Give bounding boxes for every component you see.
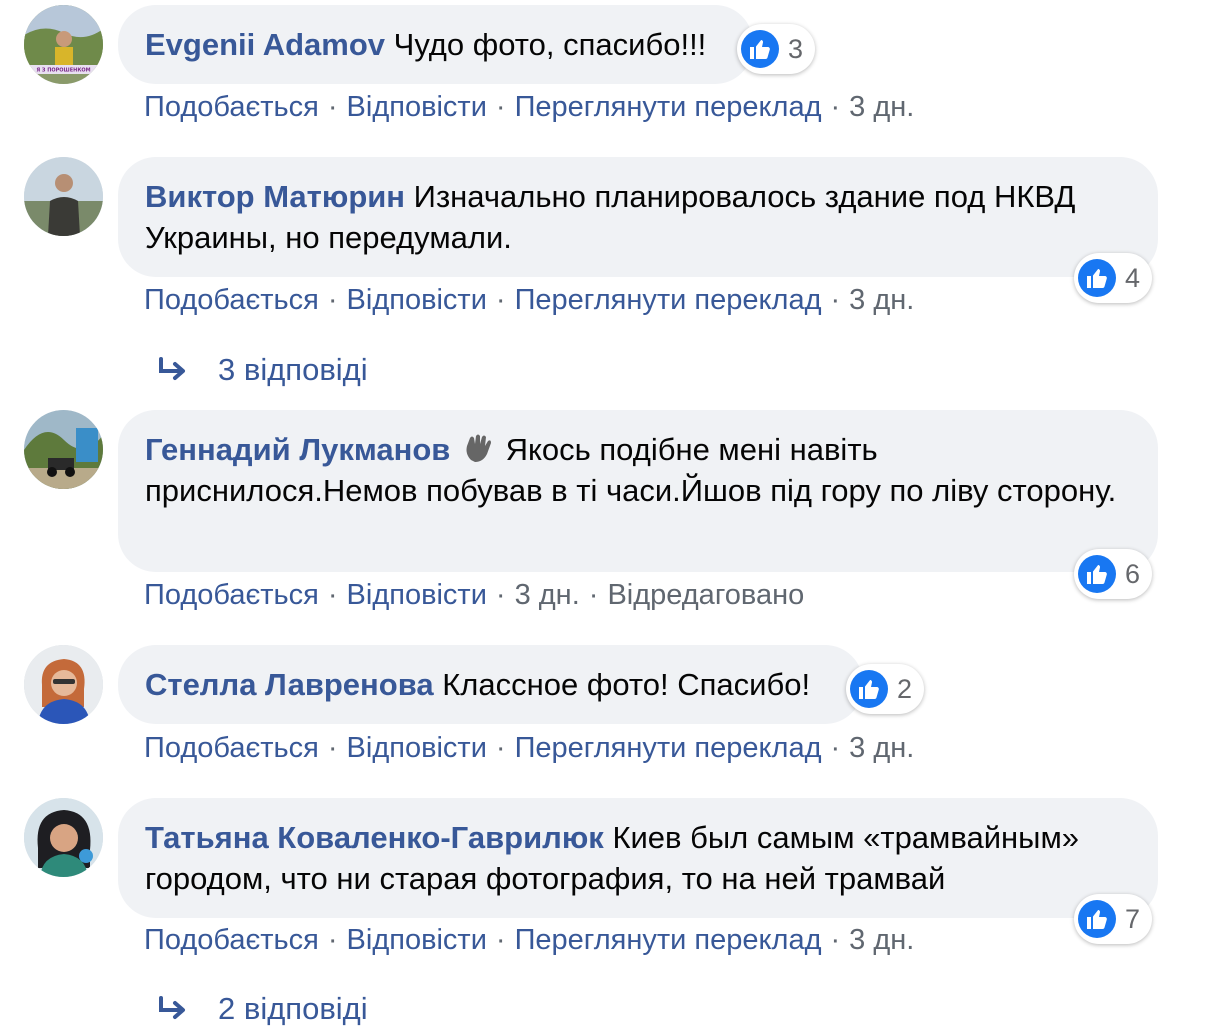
see-translation-link[interactable]: Переглянути переклад xyxy=(515,732,822,764)
timestamp[interactable]: 3 дн. xyxy=(515,579,580,611)
replies-count[interactable]: 3 відповіді xyxy=(218,352,368,388)
thumbs-up-icon xyxy=(741,30,779,68)
see-translation-link[interactable]: Переглянути переклад xyxy=(515,284,822,316)
edited-label[interactable]: Відредаговано xyxy=(607,579,804,611)
view-replies-link[interactable]: 2 відповіді xyxy=(155,991,368,1027)
reply-link[interactable]: Відповісти xyxy=(347,91,487,123)
reply-link[interactable]: Відповісти xyxy=(347,284,487,316)
timestamp[interactable]: 3 дн. xyxy=(849,924,914,956)
separator: · xyxy=(830,91,841,123)
separator: · xyxy=(495,284,506,316)
see-translation-link[interactable]: Переглянути переклад xyxy=(515,924,822,956)
comment-actions: Подобається · Відповісти · Переглянути перек… xyxy=(144,283,914,317)
comment-actions: Подобається · Відповісти · 3 дн. · Відредагова… xyxy=(144,578,804,612)
reply-link[interactable]: Відповісти xyxy=(347,924,487,956)
svg-text:Я З ПОРОШЕНКОМ: Я З ПОРОШЕНКОМ xyxy=(36,68,90,74)
reaction-count[interactable]: 3 xyxy=(737,24,816,74)
comment-bubble: Evgenii Adamov Чудо фото, спасибо!!! xyxy=(118,5,753,84)
comment-actions: Подобається · Відповісти · Переглянути перек… xyxy=(144,90,914,124)
thumbs-up-icon xyxy=(850,670,888,708)
comment-author[interactable]: Evgenii Adamov xyxy=(145,27,385,62)
waving-hand-icon xyxy=(466,434,491,462)
like-link[interactable]: Подобається xyxy=(144,924,319,956)
avatar[interactable] xyxy=(24,798,103,877)
reaction-number: 4 xyxy=(1125,262,1141,293)
thumbs-up-icon xyxy=(1078,259,1116,297)
comment-bubble: Геннадий Лукманов Якось подібне мені нав… xyxy=(118,410,1158,572)
reaction-count[interactable]: 7 xyxy=(1074,894,1153,944)
separator: · xyxy=(495,91,506,123)
separator: · xyxy=(495,924,506,956)
separator: · xyxy=(830,284,841,316)
comment-actions: Подобається · Відповісти · Переглянути перек… xyxy=(144,731,914,765)
view-replies-link[interactable]: 3 відповіді xyxy=(155,352,368,388)
comment-bubble: Стелла Лавренова Классное фото! Спасибо! xyxy=(118,645,863,724)
avatar[interactable]: Я З ПОРОШЕНКОМ xyxy=(24,5,103,84)
avatar[interactable] xyxy=(24,410,103,489)
thumbs-up-icon xyxy=(1078,900,1116,938)
like-link[interactable]: Подобається xyxy=(144,732,319,764)
separator: · xyxy=(327,579,338,611)
comment-bubble: Татьяна Коваленко-Гаврилюк Киев был самы… xyxy=(118,798,1158,918)
separator: · xyxy=(327,732,338,764)
comment-bubble: Виктор Матюрин Изначально планировалось … xyxy=(118,157,1158,277)
separator: · xyxy=(830,924,841,956)
see-translation-link[interactable]: Переглянути переклад xyxy=(515,91,822,123)
reply-arrow-icon xyxy=(159,357,185,380)
comment-text: Классное фото! Спасибо! xyxy=(442,667,811,702)
like-link[interactable]: Подобається xyxy=(144,91,319,123)
reaction-number: 3 xyxy=(788,33,804,64)
timestamp[interactable]: 3 дн. xyxy=(849,284,914,316)
like-link[interactable]: Подобається xyxy=(144,284,319,316)
separator: · xyxy=(327,91,338,123)
reaction-count[interactable]: 4 xyxy=(1074,253,1153,303)
separator: · xyxy=(495,579,506,611)
reaction-count[interactable]: 2 xyxy=(846,664,925,714)
comment-author[interactable]: Виктор Матюрин xyxy=(145,179,405,214)
reaction-number: 2 xyxy=(897,673,913,704)
reaction-count[interactable]: 6 xyxy=(1074,549,1153,599)
separator: · xyxy=(830,732,841,764)
like-link[interactable]: Подобається xyxy=(144,579,319,611)
reaction-number: 6 xyxy=(1125,558,1141,589)
comment-author[interactable]: Татьяна Коваленко-Гаврилюк xyxy=(145,820,604,855)
comment-text: Чудо фото, спасибо!!! xyxy=(393,27,707,62)
separator: · xyxy=(495,732,506,764)
reaction-number: 7 xyxy=(1125,903,1141,934)
comment-author[interactable]: Стелла Лавренова xyxy=(145,667,434,702)
reply-link[interactable]: Відповісти xyxy=(347,579,487,611)
comment-author[interactable]: Геннадий Лукманов xyxy=(145,432,450,467)
replies-count[interactable]: 2 відповіді xyxy=(218,991,368,1027)
avatar[interactable] xyxy=(24,157,103,236)
comment-actions: Подобається · Відповісти · Переглянути перек… xyxy=(144,923,914,957)
separator: · xyxy=(327,284,338,316)
reply-link[interactable]: Відповісти xyxy=(347,732,487,764)
separator: · xyxy=(588,579,599,611)
avatar[interactable] xyxy=(24,645,103,724)
separator: · xyxy=(327,924,338,956)
thumbs-up-icon xyxy=(1078,555,1116,593)
timestamp[interactable]: 3 дн. xyxy=(849,732,914,764)
timestamp[interactable]: 3 дн. xyxy=(849,91,914,123)
reply-arrow-icon xyxy=(159,996,185,1019)
